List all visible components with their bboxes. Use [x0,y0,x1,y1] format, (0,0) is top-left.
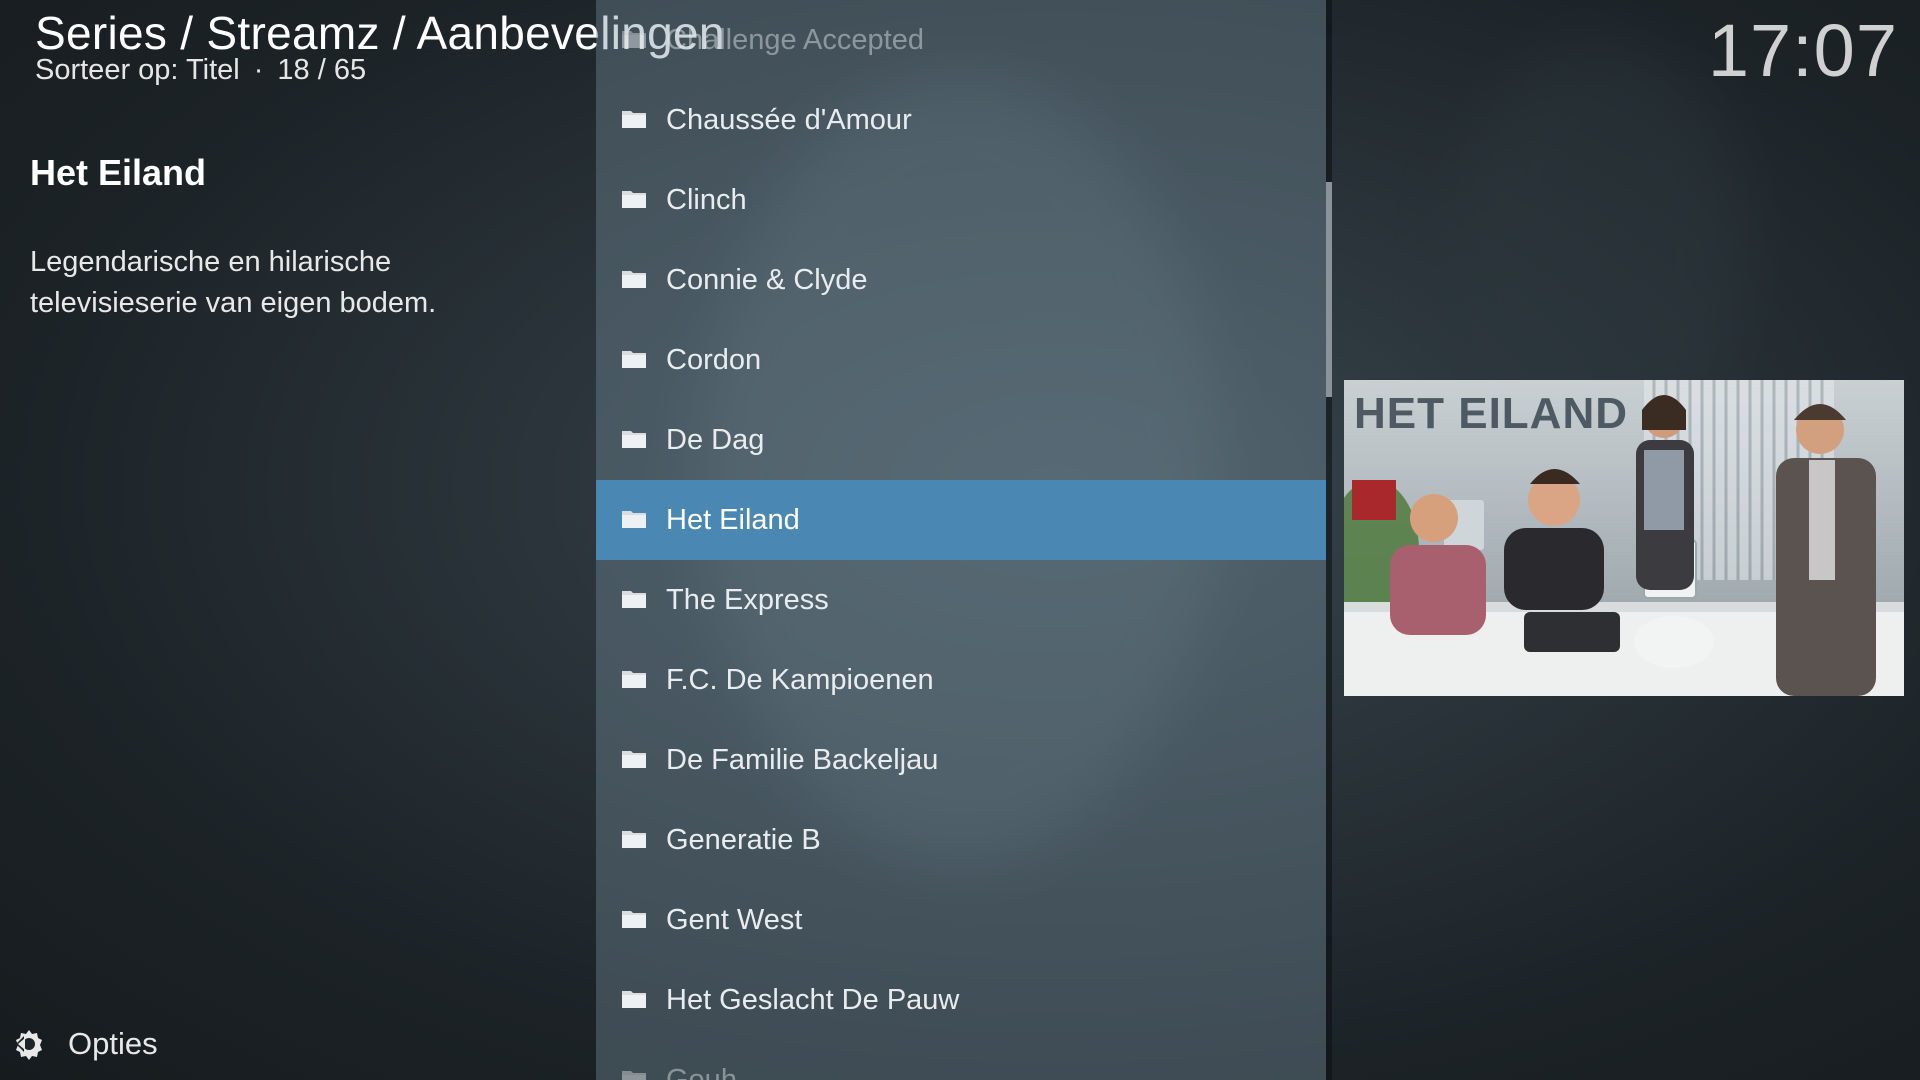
list-item-label: Chaussée d'Amour [666,104,912,136]
list-item[interactable]: De Familie Backeljau [596,720,1326,800]
list-item-label: De Familie Backeljau [666,744,939,776]
options-gear-icon [16,1030,42,1060]
list-item-label: The Express [666,584,829,616]
folder-icon [622,671,646,688]
options-label: Opties [68,1026,158,1061]
list-item[interactable]: Gouh [596,1040,1326,1080]
selected-item-title: Het Eiland [30,152,207,193]
folder-icon [622,911,646,928]
folder-icon [622,831,646,848]
list-item-label: Cordon [666,344,762,376]
poster-title: HET EILAND [1354,389,1628,438]
list-item[interactable]: The Express [596,560,1326,640]
list-item[interactable]: Cordon [596,320,1326,400]
list-item-label: Het Eiland [666,504,800,536]
list-item[interactable]: F.C. De Kampioenen [596,640,1326,720]
media-list[interactable]: Challenge Accepted Chaussée d'Amour Clinch… [596,0,1326,1080]
poster-thumbnail: HET EILAND [1344,380,1904,696]
folder-icon [622,751,646,768]
separator: · [253,54,264,86]
list-item-label: Het Geslacht De Pauw [666,984,960,1016]
clock: 17:07 [1707,9,1898,92]
list-item-label: Challenge Accepted [666,24,924,56]
list-item-label: Connie & Clyde [666,264,868,296]
list-item-label: Clinch [666,184,747,216]
selected-item-plot: Legendarische en hilarische televisieser… [30,246,437,319]
scrollbar-thumb[interactable] [1326,182,1332,397]
list-item-label: De Dag [666,424,765,456]
scrollbar-track[interactable] [1326,0,1332,1080]
folder-icon [622,1071,646,1080]
item-position: 18 / 65 [277,54,367,86]
folder-icon [622,511,646,528]
folder-icon [622,351,646,368]
media-center-screen: Series / Streamz / Aanbevelingen Sorteer… [0,0,1920,1080]
list-item[interactable]: Chaussée d'Amour [596,80,1326,160]
folder-icon [622,591,646,608]
options-button[interactable]: Opties [12,1022,158,1066]
sort-and-position: Sorteer op: Titel · 18 / 65 [35,54,366,87]
list-item[interactable]: Generatie B [596,800,1326,880]
list-item[interactable]: De Dag [596,400,1326,480]
list-item-label: Generatie B [666,824,821,856]
list-item[interactable]: Challenge Accepted [596,0,1326,80]
folder-icon [622,111,646,128]
folder-icon [622,991,646,1008]
folder-icon [622,271,646,288]
list-item[interactable]: Het Geslacht De Pauw [596,960,1326,1040]
list-item[interactable]: Gent West [596,880,1326,960]
folder-icon [622,31,646,48]
list-item[interactable]: Clinch [596,160,1326,240]
poster-image: HET EILAND [1344,380,1904,696]
folder-icon [622,191,646,208]
folder-icon [622,431,646,448]
list-item-label: F.C. De Kampioenen [666,664,934,696]
list-item-label: Gent West [666,904,803,936]
sort-label[interactable]: Sorteer op: Titel [35,54,240,86]
list-item-label: Gouh [666,1064,737,1080]
list-item-selected[interactable]: Het Eiland [596,480,1326,560]
list-item[interactable]: Connie & Clyde [596,240,1326,320]
